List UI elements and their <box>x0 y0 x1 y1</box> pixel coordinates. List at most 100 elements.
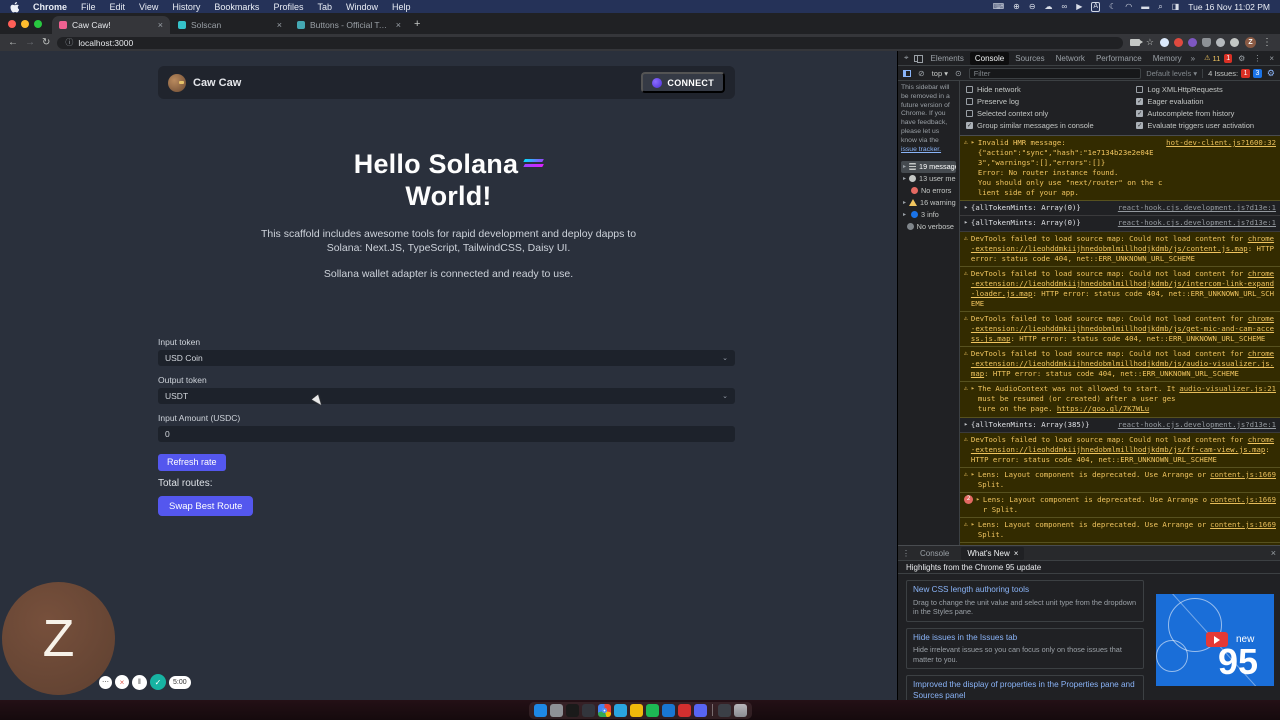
dock-item[interactable] <box>693 703 707 717</box>
console-message[interactable]: ⚠ DevTools failed to load source map: Co… <box>960 311 1280 348</box>
more-tabs-icon[interactable]: » <box>1189 54 1197 63</box>
menubar-item[interactable]: View <box>139 2 158 12</box>
expand-arrow-icon[interactable]: ▸ <box>964 420 968 430</box>
card-title-link[interactable]: Improved the display of properties in th… <box>913 680 1137 700</box>
menubar-clock[interactable]: Tue 16 Nov 11:02 PM <box>1188 2 1270 12</box>
expand-arrow-icon[interactable]: ▸ <box>971 520 975 530</box>
devtools-tab[interactable]: Sources <box>1010 52 1049 65</box>
eye-icon[interactable]: ⊙ <box>953 69 964 78</box>
dock-item[interactable] <box>733 703 747 717</box>
console-message[interactable]: ⚠ ▸ {allTokenMints: Array(385)} react-ho… <box>960 418 1280 433</box>
dock-item[interactable] <box>717 703 731 717</box>
status-icon[interactable]: ⊕ <box>1013 2 1020 11</box>
console-settings-icon[interactable]: ⚙ <box>1267 68 1275 79</box>
extension-icon[interactable] <box>1160 38 1169 47</box>
status-icon[interactable]: ∞ <box>1062 2 1068 11</box>
finish-recording-button[interactable]: ✓ <box>150 674 166 690</box>
source-link[interactable]: react-hook.cjs.development.js?d13e:1 <box>1118 218 1276 228</box>
dock-item[interactable] <box>533 703 547 717</box>
devtools-tab[interactable]: Network <box>1051 52 1090 65</box>
menubar-item[interactable]: Profiles <box>273 2 303 12</box>
devtools-tab[interactable]: Console <box>969 51 1010 65</box>
console-message[interactable]: ⚠ ▸ Lens: Layout component is deprecated… <box>960 518 1280 544</box>
source-link[interactable]: content.js:1669 <box>1210 495 1276 505</box>
media-router-icon[interactable] <box>1129 39 1143 46</box>
dock-item[interactable] <box>613 703 627 717</box>
dock-item[interactable] <box>629 703 643 717</box>
browser-tab[interactable]: Buttons - Official Tailwind CSS × <box>290 16 408 34</box>
console-setting-option[interactable]: ✓ Eager evaluation <box>1136 96 1278 107</box>
browser-tab[interactable]: Caw Caw! × <box>52 16 170 34</box>
checkbox[interactable] <box>966 110 973 117</box>
checkbox[interactable]: ✓ <box>1136 98 1144 105</box>
source-link[interactable]: react-hook.cjs.development.js?d13e:1 <box>1118 420 1276 430</box>
source-link[interactable]: hot-dev-client.js?1600:32 <box>1166 138 1276 148</box>
address-bar[interactable]: ⓘ localhost:3000 <box>57 36 1123 49</box>
tab-close-icon[interactable]: × <box>1014 549 1019 558</box>
extension-icon[interactable] <box>1230 38 1239 47</box>
console-setting-option[interactable]: Selected context only <box>966 108 1132 119</box>
checkbox[interactable]: ✓ <box>1136 110 1144 117</box>
browser-menu-icon[interactable]: ⋮ <box>1262 37 1272 48</box>
issue-tracker-link[interactable]: issue tracker. <box>901 146 941 153</box>
expand-arrow-icon[interactable]: ▸ <box>964 218 968 228</box>
dock-item[interactable] <box>565 703 579 717</box>
dock-item[interactable] <box>661 703 675 717</box>
extension-icon[interactable] <box>1174 38 1183 47</box>
console-sidebar-item[interactable]: ▸ 3 info <box>901 209 956 221</box>
expand-arrow-icon[interactable]: ▸ <box>971 470 975 480</box>
menubar-item[interactable]: File <box>81 2 96 12</box>
drawer-tab[interactable]: Console <box>914 547 959 560</box>
more-options-button[interactable]: ⋯ <box>99 675 112 689</box>
console-message[interactable]: ⚠ ▸ Invalid HMR message: {"action":"sync… <box>960 136 1280 202</box>
menubar-item[interactable]: Help <box>392 2 411 12</box>
swap-best-route-button[interactable]: Swap Best Route <box>158 496 254 517</box>
console-filter-input[interactable] <box>968 67 1142 79</box>
status-icon[interactable]: ◨ <box>1172 2 1180 11</box>
console-message[interactable]: 2 ⚠ ▸ Lens: Layout component is deprecat… <box>960 492 1280 518</box>
pause-recording-button[interactable]: ‖ <box>132 674 147 690</box>
status-icon[interactable]: ▬ <box>1141 2 1149 11</box>
source-link[interactable]: content.js:1669 <box>1210 520 1276 530</box>
console-message[interactable]: ⚠ ▸ The AudioContext was not allowed to … <box>960 382 1280 418</box>
extension-icon[interactable] <box>1216 38 1225 47</box>
console-setting-option[interactable]: Hide network <box>966 84 1132 95</box>
dock-item[interactable] <box>549 703 563 717</box>
console-sidebar-toggle-icon[interactable] <box>903 69 911 77</box>
status-icon[interactable]: ⊖ <box>1029 2 1036 11</box>
dock-item[interactable] <box>645 703 659 717</box>
whatsnew-card[interactable]: Improved the display of properties in th… <box>906 675 1144 700</box>
site-info-icon[interactable]: ⓘ <box>65 37 73 48</box>
refresh-rate-button[interactable]: Refresh rate <box>158 453 226 471</box>
status-icon[interactable]: A <box>1091 1 1101 12</box>
amount-input[interactable] <box>158 426 735 443</box>
menubar-item[interactable]: Window <box>346 2 378 12</box>
forward-button[interactable]: → <box>25 37 35 48</box>
checkbox[interactable] <box>1136 86 1144 93</box>
card-title-link[interactable]: New CSS length authoring tools <box>913 585 1137 596</box>
console-message[interactable]: ⚠ ▸ Lens: Layout component is deprecated… <box>960 467 1280 493</box>
console-sidebar-item[interactable]: ▸ 16 warnings <box>901 197 956 209</box>
errors-badge[interactable]: 1 <box>1224 53 1233 63</box>
zoom-window-button[interactable] <box>34 20 42 28</box>
browser-tab[interactable]: Solscan × <box>171 16 289 34</box>
cancel-recording-button[interactable]: × <box>115 675 129 689</box>
tab-close-icon[interactable]: × <box>396 20 401 30</box>
console-message[interactable]: ⚠ ▸ {allTokenMints: Array(0)} react-hook… <box>960 216 1280 232</box>
checkbox[interactable]: ✓ <box>966 122 973 129</box>
devtools-tab[interactable]: Performance <box>1091 52 1147 65</box>
source-link[interactable]: content.js:1669 <box>1210 470 1276 480</box>
status-icon[interactable]: ☁ <box>1045 2 1053 11</box>
status-icon[interactable]: ⌨ <box>993 2 1005 11</box>
console-message[interactable]: ⚠ ▸ {allTokenMints: Array(0)} react-hook… <box>960 201 1280 217</box>
menubar-item[interactable]: History <box>172 2 200 12</box>
whatsnew-card[interactable]: Hide issues in the Issues tab Hide irrel… <box>906 627 1144 670</box>
console-setting-option[interactable]: Preserve log <box>966 96 1132 107</box>
tab-close-icon[interactable]: × <box>158 20 163 30</box>
expand-arrow-icon[interactable]: ▸ <box>971 138 975 148</box>
console-sidebar-item[interactable]: ▸ 13 user me... <box>901 173 956 185</box>
console-sidebar-item[interactable]: No errors <box>901 185 956 197</box>
bookmark-star-icon[interactable]: ☆ <box>1146 37 1154 48</box>
minimize-window-button[interactable] <box>21 20 29 28</box>
back-button[interactable]: ← <box>8 37 18 48</box>
